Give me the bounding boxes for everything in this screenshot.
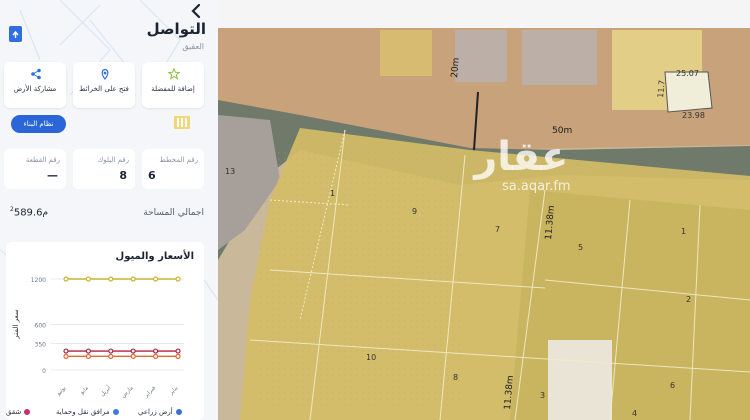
open-in-maps-button[interactable]: فتح على الخرائط — [73, 62, 135, 108]
series-point — [130, 348, 136, 354]
selected-parcel — [664, 71, 713, 113]
legend-item-apartments: شقق — [6, 408, 31, 416]
share-land-label: مشاركة الأرض — [13, 85, 57, 93]
plan-number-card: رقم المخطط 6 — [142, 149, 204, 189]
y-tick-label: 350 — [35, 341, 47, 348]
parcel-upper-grey-1 — [455, 30, 507, 82]
plot-number: 4 — [632, 409, 637, 418]
x-tick-label: مايو — [79, 385, 90, 396]
parcel-dimension: 23.98 — [682, 111, 705, 120]
plot-number: 8 — [453, 373, 458, 382]
share-icon — [31, 68, 41, 80]
share-land-button[interactable]: مشاركة الأرض — [4, 62, 66, 108]
total-area-value: 2 م589.6 — [10, 206, 51, 218]
legend-item-transport: مرافق نقل وحماية — [56, 408, 119, 416]
plot-number: 7 — [495, 225, 500, 234]
star-icon — [168, 68, 180, 80]
building-block — [548, 340, 612, 420]
watermark-url: sa.aqar.fm — [502, 179, 571, 194]
area-unit: م — [42, 208, 49, 219]
parcel-dimension: 25.07 — [676, 69, 699, 78]
block-number-label: رقم البلوك — [97, 156, 129, 164]
y-tick-label: 600 — [35, 323, 47, 330]
y-axis-label: سعر المتر — [12, 309, 20, 340]
road-label-20m: 20m — [450, 57, 462, 78]
plot-number: 13 — [225, 167, 235, 176]
legend-dot — [24, 409, 31, 415]
price-trend-chart: 0 350 600 1200 سعر المتر يناير فبراير مارس أبريل… — [12, 276, 184, 400]
y-tick-label: 1200 — [31, 277, 46, 284]
add-favorite-button[interactable]: إضافة للمفضلة — [142, 62, 204, 108]
watermark-logo-text: عقار — [474, 134, 569, 180]
plot-number: 1 — [681, 227, 686, 236]
y-tick-label: 0 — [42, 368, 46, 375]
series-point — [63, 276, 69, 282]
series-point — [175, 276, 181, 282]
series-point — [130, 353, 136, 359]
area-number: 589.6 — [13, 207, 43, 219]
series-point — [175, 348, 181, 354]
series-point — [153, 276, 159, 282]
open-in-maps-label: فتح على الخرائط — [79, 85, 129, 93]
page-subtitle: العقيق — [182, 42, 204, 51]
map-pin-icon — [101, 68, 109, 80]
series-point — [85, 276, 92, 282]
series-point — [130, 276, 136, 282]
series-point — [153, 353, 159, 359]
x-tick-label: يناير — [168, 385, 180, 397]
add-favorite-label: إضافة للمفضلة — [151, 85, 195, 93]
parcel-number-card: رقم القطعة — — [4, 149, 66, 189]
x-tick-label: فبراير — [143, 385, 158, 400]
plot-number: 1 — [330, 189, 335, 198]
plot-number: 5 — [578, 243, 583, 252]
plot-number: 6 — [670, 381, 675, 390]
series-point — [63, 348, 69, 354]
series-point — [63, 353, 69, 359]
aqar-watermark: عقار sa.aqar.fm — [472, 134, 571, 194]
series-point — [153, 348, 159, 354]
series-point — [85, 348, 92, 354]
plot-number: 10 — [366, 353, 376, 362]
page-title: التواصل — [146, 20, 206, 38]
building-system-button[interactable]: نظام البناء — [11, 115, 66, 133]
parcel-number-label: رقم القطعة — [25, 156, 60, 164]
plot-number: 3 — [540, 391, 545, 400]
series-point — [108, 353, 114, 359]
plot-number: 9 — [412, 207, 417, 216]
legend-dot — [175, 409, 182, 415]
building-columns-icon — [173, 115, 191, 130]
legend-label: شقق — [6, 408, 22, 416]
plan-number-value: 6 — [148, 169, 156, 182]
plan-number-label: رقم المخطط — [159, 156, 198, 164]
parcel-upper-grey-2 — [522, 30, 597, 85]
legend-item-agricultural: أرض زراعي — [138, 408, 182, 416]
legend-label: مرافق نقل وحماية — [56, 408, 110, 416]
x-tick-label: يونيو — [55, 385, 68, 398]
price-trend-card: الأسعار والميول 0 350 600 1200 سعر المتر يناي… — [6, 242, 204, 420]
x-tick-label: مارس — [120, 385, 134, 399]
block-number-card: رقم البلوك 8 — [73, 149, 135, 189]
legend-label: أرض زراعي — [138, 408, 173, 416]
parcel-dimension: 11.7 — [656, 80, 667, 99]
parcel-upper-yellow — [380, 30, 432, 76]
back-chevron-icon[interactable] — [189, 3, 203, 19]
plot-number: 2 — [686, 295, 691, 304]
parcel-number-value: — — [47, 169, 58, 182]
property-panel: التواصل العقيق مشاركة الأرض فتح على الخر… — [0, 0, 218, 420]
x-tick-label: أبريل — [98, 383, 112, 397]
series-point — [175, 353, 181, 359]
block-number-value: 8 — [119, 169, 127, 182]
document-share-icon[interactable] — [9, 26, 22, 42]
total-area-label: اجمالي المساحة — [143, 208, 204, 218]
series-point — [108, 276, 114, 282]
series-point — [108, 348, 114, 354]
series-point — [85, 353, 92, 359]
legend-dot — [112, 409, 119, 415]
